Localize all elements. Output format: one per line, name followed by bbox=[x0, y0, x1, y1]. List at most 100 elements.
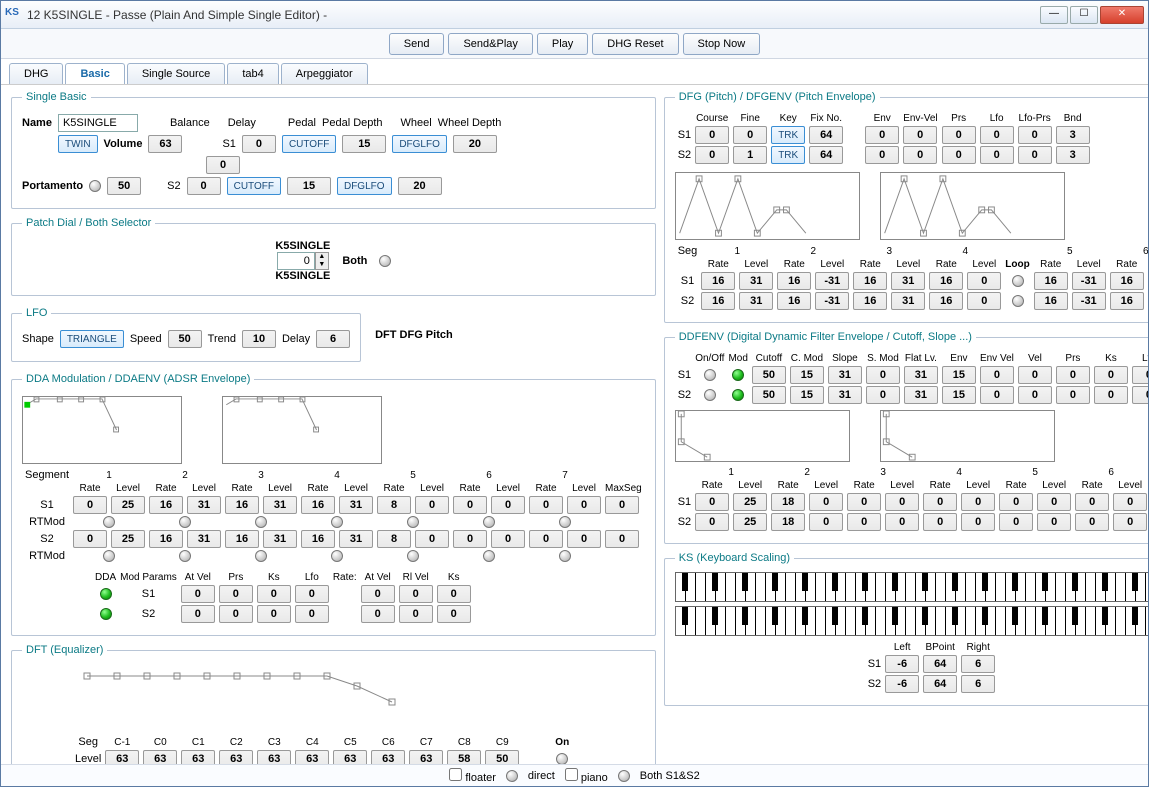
window-buttons: — ☐ ✕ bbox=[1040, 6, 1144, 24]
dft-group: DFT (Equalizer) Seg C-1C0C1 C2C3C4 C5C6C… bbox=[11, 644, 656, 764]
tab-tab4[interactable]: tab4 bbox=[227, 63, 278, 84]
dft-dfg-pitch-label: DFT DFG Pitch bbox=[375, 329, 453, 341]
ks-legend: KS (Keyboard Scaling) bbox=[675, 552, 794, 564]
ddf-s2-mod-radio[interactable] bbox=[732, 389, 744, 401]
maximize-button[interactable]: ☐ bbox=[1070, 6, 1098, 24]
volume-label: Volume bbox=[104, 138, 143, 150]
wheel-label: Wheel bbox=[401, 117, 432, 129]
single-basic-legend: Single Basic bbox=[22, 91, 91, 103]
ddf-legend: DDFENV (Digital Dynamic Filter Envelope … bbox=[675, 331, 976, 343]
dfg-legend: DFG (Pitch) / DFGENV (Pitch Envelope) bbox=[675, 91, 880, 103]
ddf-env-s2-graph bbox=[880, 410, 1055, 462]
patchdial-top-label: K5SINGLE bbox=[275, 240, 330, 252]
dda-s2-on-radio[interactable] bbox=[100, 608, 112, 620]
dda-s2-envelope-graph bbox=[222, 396, 382, 464]
dft-on-radio[interactable] bbox=[556, 753, 568, 764]
dfg-s2-loop-radio[interactable] bbox=[1012, 295, 1024, 307]
stopnow-button[interactable]: Stop Now bbox=[683, 33, 761, 55]
ddf-seg-table: 12 34 56 RateLevel RateLevel RateLevel R… bbox=[675, 465, 1148, 533]
ks-table: LeftBPointRight S1 -6 64 6 S2 -6 64 6 bbox=[865, 640, 998, 695]
sendplay-button[interactable]: Send&Play bbox=[448, 33, 532, 55]
ddf-s2-onoff-radio[interactable] bbox=[704, 389, 716, 401]
ddf-param-table: On/OffMod CutoffC. Mod SlopeS. Mod Flat … bbox=[675, 351, 1148, 406]
keyboard-s2[interactable] bbox=[675, 606, 1148, 636]
single-basic-group: Single Basic Name Balance Delay Pedal Pe… bbox=[11, 91, 656, 209]
ddf-s1-mod-radio[interactable] bbox=[732, 369, 744, 381]
dfg-group: DFG (Pitch) / DFGENV (Pitch Envelope) Co… bbox=[664, 91, 1148, 323]
direct-radio[interactable] bbox=[506, 770, 518, 782]
ddf-group: DDFENV (Digital Dynamic Filter Envelope … bbox=[664, 331, 1148, 544]
lfo-delay-label: Delay bbox=[282, 333, 310, 345]
s1-wheeldepth-value[interactable]: 20 bbox=[453, 135, 497, 153]
close-button[interactable]: ✕ bbox=[1100, 6, 1144, 24]
both-s1s2-radio[interactable] bbox=[618, 770, 630, 782]
s2-dfglfo-button[interactable]: DFGLFO bbox=[337, 177, 392, 195]
s1-key-trk-button[interactable]: TRK bbox=[771, 126, 805, 144]
play-button[interactable]: Play bbox=[537, 33, 588, 55]
dhgreset-button[interactable]: DHG Reset bbox=[592, 33, 678, 55]
status-footer: floater direct piano Both S1&S2 bbox=[1, 764, 1148, 786]
lfo-row: LFO Shape TRIANGLE Speed 50 Trend 10 Del… bbox=[11, 307, 656, 362]
dda-legend: DDA Modulation / DDAENV (ADSR Envelope) bbox=[22, 373, 254, 385]
patch-dial-group: Patch Dial / Both Selector K5SINGLE ▲▼ K… bbox=[11, 217, 656, 296]
volume-value[interactable]: 63 bbox=[148, 135, 182, 153]
s1-dfglfo-button[interactable]: DFGLFO bbox=[392, 135, 447, 153]
name-input[interactable] bbox=[58, 114, 138, 132]
portamento-radio[interactable] bbox=[89, 180, 101, 192]
patchdial-spinner[interactable]: ▲▼ bbox=[315, 252, 329, 270]
keyboard-s1[interactable] bbox=[675, 572, 1148, 602]
tab-arpeggiator[interactable]: Arpeggiator bbox=[281, 63, 368, 84]
tab-content: Single Basic Name Balance Delay Pedal Pe… bbox=[1, 85, 1148, 764]
lfo-shape-button[interactable]: TRIANGLE bbox=[60, 330, 124, 348]
dda-s1-on-radio[interactable] bbox=[100, 588, 112, 600]
s2-key-trk-button[interactable]: TRK bbox=[771, 146, 805, 164]
dfg-seg-table: Seg 12 34 56 RateLevel RateLevel RateLev… bbox=[675, 243, 1148, 312]
dda-segment-table: Segment 12 34 56 7 RateLevel RateLevel R… bbox=[22, 467, 645, 564]
wheeldepth-label: Wheel Depth bbox=[438, 117, 502, 129]
patch-dial-legend: Patch Dial / Both Selector bbox=[22, 217, 155, 229]
dfg-env-s2-graph bbox=[880, 172, 1065, 240]
tab-dhg[interactable]: DHG bbox=[9, 63, 63, 84]
lfo-group: LFO Shape TRIANGLE Speed 50 Trend 10 Del… bbox=[11, 307, 361, 362]
piano-checkbox[interactable]: piano bbox=[565, 768, 608, 784]
s1-cutoff-button[interactable]: CUTOFF bbox=[282, 135, 336, 153]
patchdial-bottom-label: K5SINGLE bbox=[275, 270, 330, 282]
dfg-s1-loop-radio[interactable] bbox=[1012, 275, 1024, 287]
dfg-env-s1-graph bbox=[675, 172, 860, 240]
tab-basic[interactable]: Basic bbox=[65, 63, 124, 84]
lfo-legend: LFO bbox=[22, 307, 51, 319]
dft-level-table: Seg C-1C0C1 C2C3C4 C5C6C7 C8C9 On Level … bbox=[72, 734, 572, 764]
balance-value[interactable]: 0 bbox=[206, 156, 240, 174]
minimize-button[interactable]: — bbox=[1040, 6, 1068, 24]
tab-singlesource[interactable]: Single Source bbox=[127, 63, 226, 84]
s1-delay-value[interactable]: 0 bbox=[242, 135, 276, 153]
floater-checkbox[interactable]: floater bbox=[449, 768, 496, 784]
tab-bar: DHG Basic Single Source tab4 Arpeggiator bbox=[1, 59, 1148, 85]
dda-s1-row: S1 025 1631 1631 1631 80 00 00 0 bbox=[24, 496, 643, 514]
twin-button[interactable]: TWIN bbox=[58, 135, 98, 153]
left-column: Single Basic Name Balance Delay Pedal Pe… bbox=[11, 91, 656, 758]
s1-pedaldepth-value[interactable]: 15 bbox=[342, 135, 386, 153]
lfo-speed-value[interactable]: 50 bbox=[168, 330, 202, 348]
s2-cutoff-button[interactable]: CUTOFF bbox=[227, 177, 281, 195]
patchdial-value[interactable] bbox=[277, 252, 315, 270]
portamento-label: Portamento bbox=[22, 180, 83, 192]
delay-label: Delay bbox=[228, 117, 256, 129]
right-column: DFG (Pitch) / DFGENV (Pitch Envelope) Co… bbox=[664, 91, 1148, 758]
portamento-value[interactable]: 50 bbox=[107, 177, 141, 195]
window-title: 12 K5SINGLE - Passe (Plain And Simple Si… bbox=[27, 8, 1040, 22]
both-radio[interactable] bbox=[379, 255, 391, 267]
titlebar: KS 12 K5SINGLE - Passe (Plain And Simple… bbox=[1, 1, 1148, 29]
lfo-delay-value[interactable]: 6 bbox=[316, 330, 350, 348]
send-button[interactable]: Send bbox=[389, 33, 445, 55]
ddf-s1-onoff-radio[interactable] bbox=[704, 369, 716, 381]
s2-wheeldepth-value[interactable]: 20 bbox=[398, 177, 442, 195]
dda-group: DDA Modulation / DDAENV (ADSR Envelope) bbox=[11, 373, 656, 636]
rtmod-radio[interactable] bbox=[103, 516, 115, 528]
balance-label: Balance bbox=[170, 117, 210, 129]
dda-segment-label: Segment bbox=[24, 469, 70, 481]
lfo-trend-value[interactable]: 10 bbox=[242, 330, 276, 348]
app-icon: KS bbox=[5, 7, 21, 23]
s2-pedaldepth-value[interactable]: 15 bbox=[287, 177, 331, 195]
s2-delay-value[interactable]: 0 bbox=[187, 177, 221, 195]
